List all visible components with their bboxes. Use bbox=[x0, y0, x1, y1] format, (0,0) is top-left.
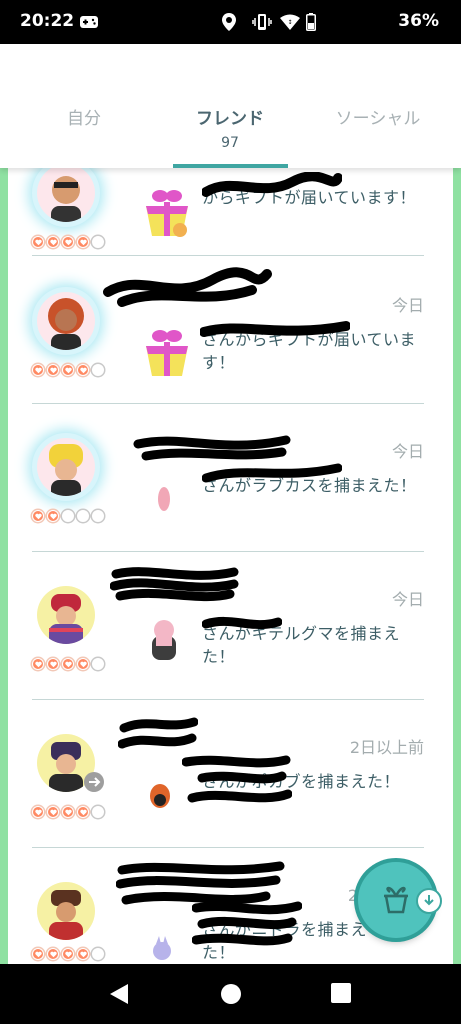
active-tab-indicator bbox=[173, 164, 288, 168]
redaction-scribble bbox=[192, 901, 302, 946]
friendship-hearts bbox=[32, 806, 104, 818]
arrow-right-icon bbox=[84, 772, 104, 792]
avatar[interactable] bbox=[37, 292, 95, 350]
redaction-scribble bbox=[202, 616, 282, 630]
heart-icon bbox=[47, 948, 59, 960]
heart-empty-icon bbox=[92, 364, 104, 376]
heart-empty-icon bbox=[92, 510, 104, 522]
redaction-scribble bbox=[133, 435, 291, 461]
heart-empty-icon bbox=[92, 658, 104, 670]
redaction-scribble bbox=[202, 463, 342, 483]
avatar[interactable] bbox=[37, 586, 95, 644]
status-time: 20:22 bbox=[20, 11, 75, 31]
status-bar: 20:22 ↕ 36% bbox=[0, 0, 461, 44]
redaction-scribble bbox=[103, 267, 272, 307]
heart-icon bbox=[47, 510, 59, 522]
redaction-scribble bbox=[182, 755, 292, 803]
gift-icon bbox=[140, 180, 194, 246]
tab-social-label: ソーシャル bbox=[335, 109, 421, 129]
list-item[interactable]: からギフトが届いています！ bbox=[32, 168, 424, 256]
heart-empty-icon bbox=[92, 948, 104, 960]
heart-icon bbox=[32, 658, 44, 670]
friendship-hearts bbox=[32, 510, 104, 522]
heart-icon bbox=[47, 236, 59, 248]
friendship-hearts bbox=[32, 658, 104, 670]
heart-icon bbox=[62, 364, 74, 376]
gamepad-icon bbox=[80, 12, 98, 32]
avatar[interactable] bbox=[37, 882, 95, 940]
friendship-hearts bbox=[32, 236, 104, 248]
redaction-scribble bbox=[202, 172, 342, 197]
pokemon-icon bbox=[142, 616, 188, 670]
avatar[interactable] bbox=[37, 168, 95, 222]
list-item[interactable]: 2日以上前 さんがポカブを捕まえた！ bbox=[32, 700, 424, 848]
friend-count: 97 bbox=[221, 135, 239, 151]
tab-friends[interactable]: フレンド 97 bbox=[180, 104, 280, 151]
heart-icon bbox=[62, 948, 74, 960]
list-item[interactable]: 今日 さんがラブカスを捕まえた！ bbox=[32, 404, 424, 552]
battery-icon bbox=[306, 12, 316, 32]
heart-icon bbox=[47, 806, 59, 818]
heart-icon bbox=[47, 364, 59, 376]
heart-empty-icon bbox=[92, 806, 104, 818]
friend-activity-feed[interactable]: からギフトが届いています！ 今日 さんからギフトが届いています！ 今日 さんがラ… bbox=[0, 168, 461, 964]
wifi-icon: ↕ bbox=[280, 12, 300, 32]
heart-empty-icon bbox=[62, 510, 74, 522]
home-icon[interactable] bbox=[219, 982, 243, 1010]
pokemon-icon bbox=[150, 936, 174, 964]
heart-icon bbox=[62, 236, 74, 248]
heart-icon bbox=[32, 806, 44, 818]
friendship-hearts bbox=[32, 364, 104, 376]
heart-icon bbox=[32, 948, 44, 960]
redaction-scribble bbox=[110, 567, 239, 602]
heart-icon bbox=[47, 658, 59, 670]
heart-icon bbox=[32, 236, 44, 248]
heart-icon bbox=[32, 364, 44, 376]
tab-header: 自分 フレンド 97 ソーシャル bbox=[0, 44, 461, 168]
timestamp: 今日 bbox=[391, 442, 424, 461]
heart-icon bbox=[77, 806, 89, 818]
pokemon-icon bbox=[154, 484, 174, 518]
svg-text:↕: ↕ bbox=[287, 19, 292, 26]
fab-badge[interactable] bbox=[416, 888, 442, 914]
redaction-scribble bbox=[118, 717, 198, 749]
arrow-down-icon bbox=[422, 892, 436, 911]
friendship-hearts bbox=[32, 948, 104, 960]
timestamp: 2日以上前 bbox=[349, 738, 424, 757]
system-nav-bar bbox=[0, 964, 461, 1024]
heart-empty-icon bbox=[77, 510, 89, 522]
timestamp: 今日 bbox=[391, 296, 424, 315]
gift-icon bbox=[140, 320, 194, 386]
heart-icon bbox=[77, 948, 89, 960]
tab-self-label: 自分 bbox=[67, 109, 101, 129]
location-icon bbox=[222, 12, 236, 32]
heart-empty-icon bbox=[92, 236, 104, 248]
avatar[interactable] bbox=[37, 438, 95, 496]
battery-percent: 36% bbox=[398, 11, 439, 31]
recents-icon[interactable] bbox=[330, 982, 352, 1008]
heart-icon bbox=[32, 510, 44, 522]
gift-open-icon bbox=[376, 878, 416, 922]
list-item[interactable]: 今日 さんからギフトが届いています！ bbox=[32, 256, 424, 404]
tab-self[interactable]: 自分 bbox=[52, 104, 116, 129]
redaction-scribble bbox=[200, 321, 350, 337]
heart-icon bbox=[77, 658, 89, 670]
pokemon-icon bbox=[146, 780, 174, 816]
heart-icon bbox=[62, 806, 74, 818]
heart-icon bbox=[62, 658, 74, 670]
tab-social[interactable]: ソーシャル bbox=[326, 104, 430, 129]
vibrate-icon bbox=[252, 12, 272, 32]
timestamp: 今日 bbox=[391, 590, 424, 609]
heart-icon bbox=[77, 236, 89, 248]
list-item[interactable]: 今日 さんがキテルグマを捕まえた！ bbox=[32, 552, 424, 700]
heart-icon bbox=[77, 364, 89, 376]
tab-friends-label: フレンド bbox=[196, 109, 264, 129]
back-icon[interactable] bbox=[108, 982, 130, 1010]
